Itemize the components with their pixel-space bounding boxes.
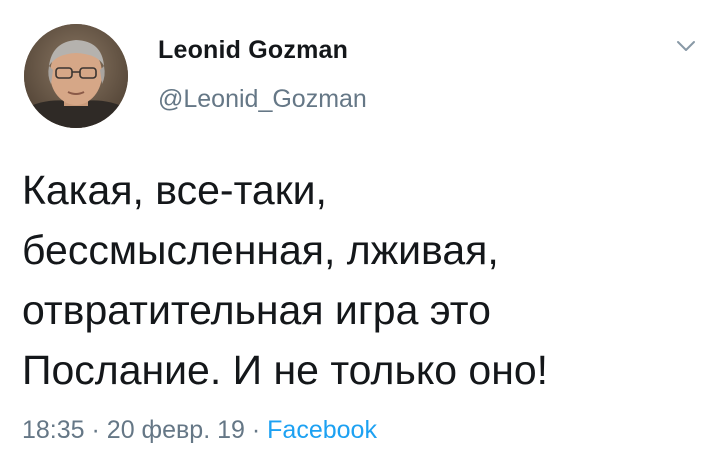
tweet-line: Какая, все-таки, xyxy=(22,167,327,213)
tweet-meta: 18:35 · 20 февр. 19 · Facebook xyxy=(22,416,377,445)
author-name[interactable]: Leonid Gozman xyxy=(158,36,348,65)
author-handle[interactable]: @Leonid_Gozman xyxy=(158,85,367,114)
meta-separator: · xyxy=(251,416,261,444)
tweet-line: отвратительная игра это xyxy=(22,287,491,333)
tweet-source-link[interactable]: Facebook xyxy=(267,416,377,444)
tweet-date[interactable]: 20 февр. 19 xyxy=(107,416,245,444)
tweet-time[interactable]: 18:35 xyxy=(22,416,85,444)
tweet-line: бессмысленная, лживая, xyxy=(22,227,499,273)
meta-separator: · xyxy=(91,416,100,444)
tweet-card: Leonid Gozman @Leonid_Gozman Какая, все-… xyxy=(0,0,706,472)
avatar[interactable] xyxy=(24,24,128,128)
tweet-text: Какая, все-таки, бессмысленная, лживая, … xyxy=(22,160,692,400)
chevron-down-icon[interactable] xyxy=(674,38,698,54)
avatar-photo xyxy=(24,24,128,128)
tweet-line: Послание. И не только оно! xyxy=(22,347,549,393)
